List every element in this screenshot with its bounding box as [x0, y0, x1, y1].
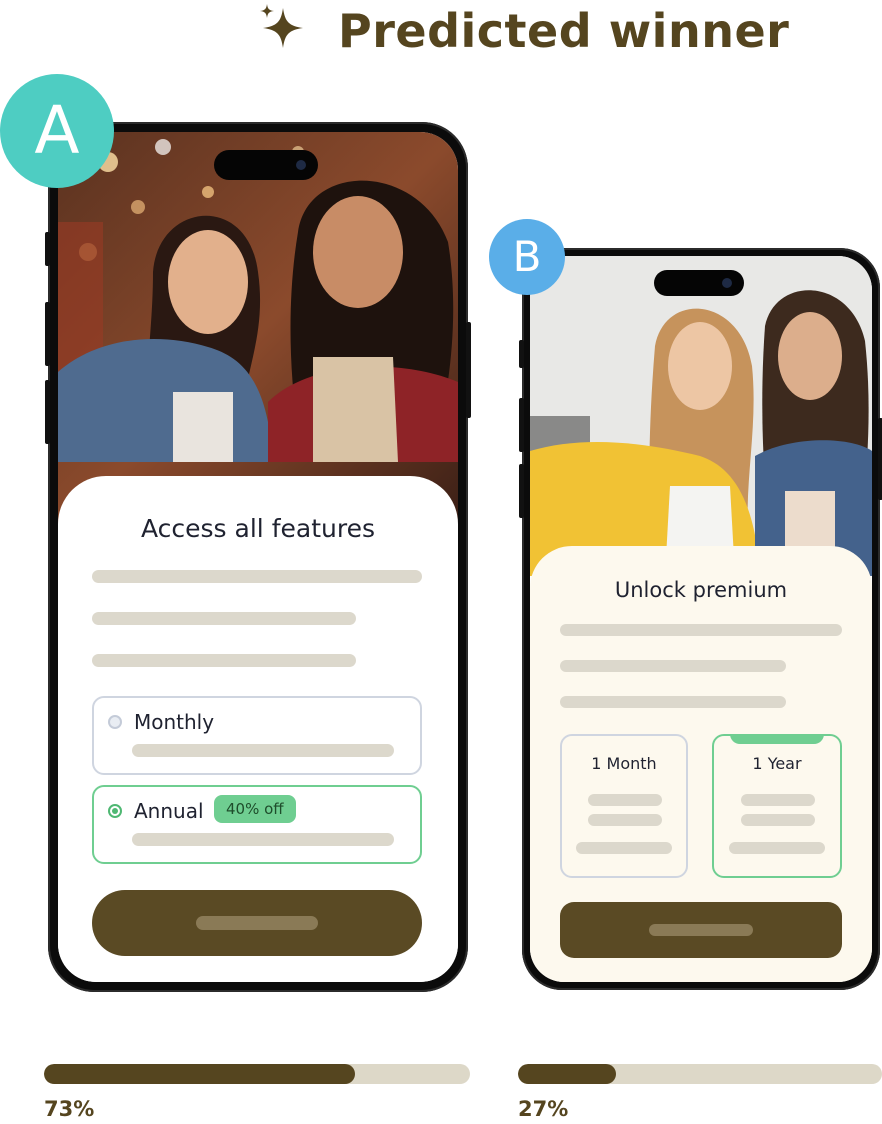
sparkle-icon [260, 4, 303, 48]
percent-label-a: 73% [44, 1097, 95, 1121]
text-placeholder-line [560, 660, 786, 672]
radio-button[interactable] [108, 715, 122, 729]
progress-fill [44, 1064, 355, 1084]
camera-icon [296, 160, 306, 170]
side-button [519, 464, 524, 518]
plan-label: Monthly [134, 710, 215, 734]
cta-label-placeholder [649, 924, 753, 936]
text-placeholder-line [560, 696, 786, 708]
text-placeholder-line [729, 842, 825, 854]
text-placeholder-line [560, 624, 842, 636]
screen: Access all features Monthly Annual 40% o… [58, 132, 458, 982]
selected-indicator [730, 734, 824, 744]
plan-card-1-month[interactable]: 1 Month [560, 734, 688, 878]
text-placeholder-line [588, 794, 662, 806]
plan-label: 1 Month [591, 754, 657, 773]
plan-card-1-year[interactable]: 1 Year [712, 734, 842, 878]
plan-label: Annual [134, 799, 204, 823]
variant-badge-a: A [0, 74, 114, 188]
page-title: Predicted winner [338, 4, 790, 58]
text-placeholder-line [132, 744, 394, 757]
text-placeholder-line [132, 833, 394, 846]
phone-variant-a: Access all features Monthly Annual 40% o… [45, 122, 471, 992]
paywall-sheet: Unlock premium 1 Month 1 Year [530, 546, 872, 982]
phone-variant-b: Unlock premium 1 Month 1 Year [519, 248, 882, 990]
side-button [466, 322, 471, 418]
text-placeholder-line [92, 570, 422, 583]
text-placeholder-line [741, 794, 815, 806]
text-placeholder-line [92, 654, 356, 667]
side-button [519, 398, 524, 452]
progress-fill [518, 1064, 617, 1084]
sheet-title: Unlock premium [614, 578, 788, 602]
variant-badge-b: B [489, 219, 565, 295]
dynamic-island [654, 270, 744, 296]
plan-label: 1 Year [752, 754, 802, 773]
progress-bar-b [518, 1064, 882, 1084]
side-button [519, 340, 524, 368]
side-button [45, 380, 50, 444]
text-placeholder-line [741, 814, 815, 826]
cta-button[interactable] [92, 890, 422, 956]
discount-badge: 40% off [214, 795, 296, 823]
cta-button[interactable] [560, 902, 842, 958]
sheet-title: Access all features [141, 514, 375, 543]
percent-label-b: 27% [518, 1097, 569, 1121]
paywall-sheet: Access all features Monthly Annual 40% o… [58, 476, 458, 982]
text-placeholder-line [576, 842, 672, 854]
text-placeholder-line [92, 612, 356, 625]
hero-photo [58, 132, 458, 532]
progress-bar-a [44, 1064, 470, 1084]
side-button [878, 418, 882, 500]
hero-photo [530, 256, 872, 576]
plan-option-annual[interactable]: Annual 40% off [92, 785, 422, 864]
camera-icon [722, 278, 732, 288]
side-button [45, 302, 50, 366]
plan-option-monthly[interactable]: Monthly [92, 696, 422, 775]
dynamic-island [214, 150, 318, 180]
text-placeholder-line [588, 814, 662, 826]
radio-button-selected[interactable] [108, 804, 122, 818]
header: Predicted winner [0, 0, 882, 60]
screen: Unlock premium 1 Month 1 Year [530, 256, 872, 982]
cta-label-placeholder [196, 916, 318, 930]
side-button [45, 232, 50, 266]
